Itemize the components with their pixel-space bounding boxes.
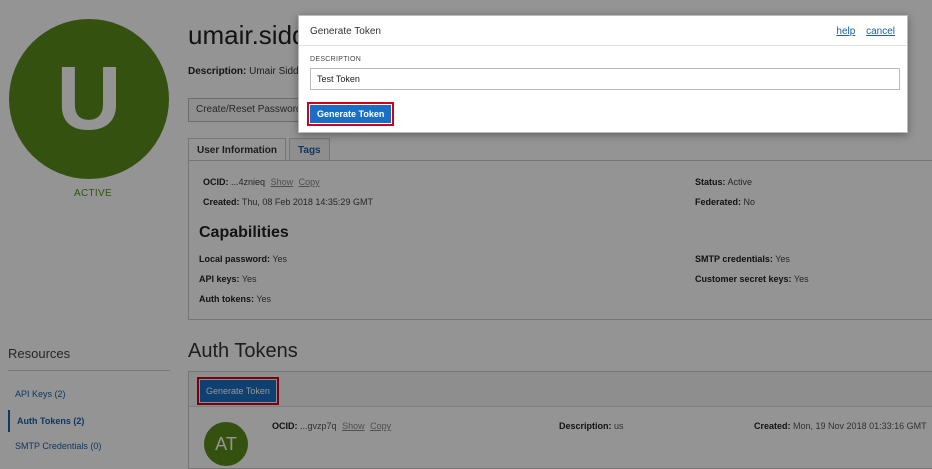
cancel-link[interactable]: cancel xyxy=(866,26,895,37)
description-field-label: DESCRIPTION xyxy=(310,56,362,63)
dialog-header: Generate Token help cancel xyxy=(299,16,907,46)
description-input[interactable] xyxy=(310,68,900,90)
dialog-title: Generate Token xyxy=(310,26,381,37)
dialog-header-links: help cancel xyxy=(828,26,895,37)
help-link[interactable]: help xyxy=(836,26,855,37)
generate-token-dialog: Generate Token help cancel DESCRIPTION G… xyxy=(298,15,908,133)
generate-token-submit-button[interactable]: Generate Token xyxy=(306,102,395,126)
